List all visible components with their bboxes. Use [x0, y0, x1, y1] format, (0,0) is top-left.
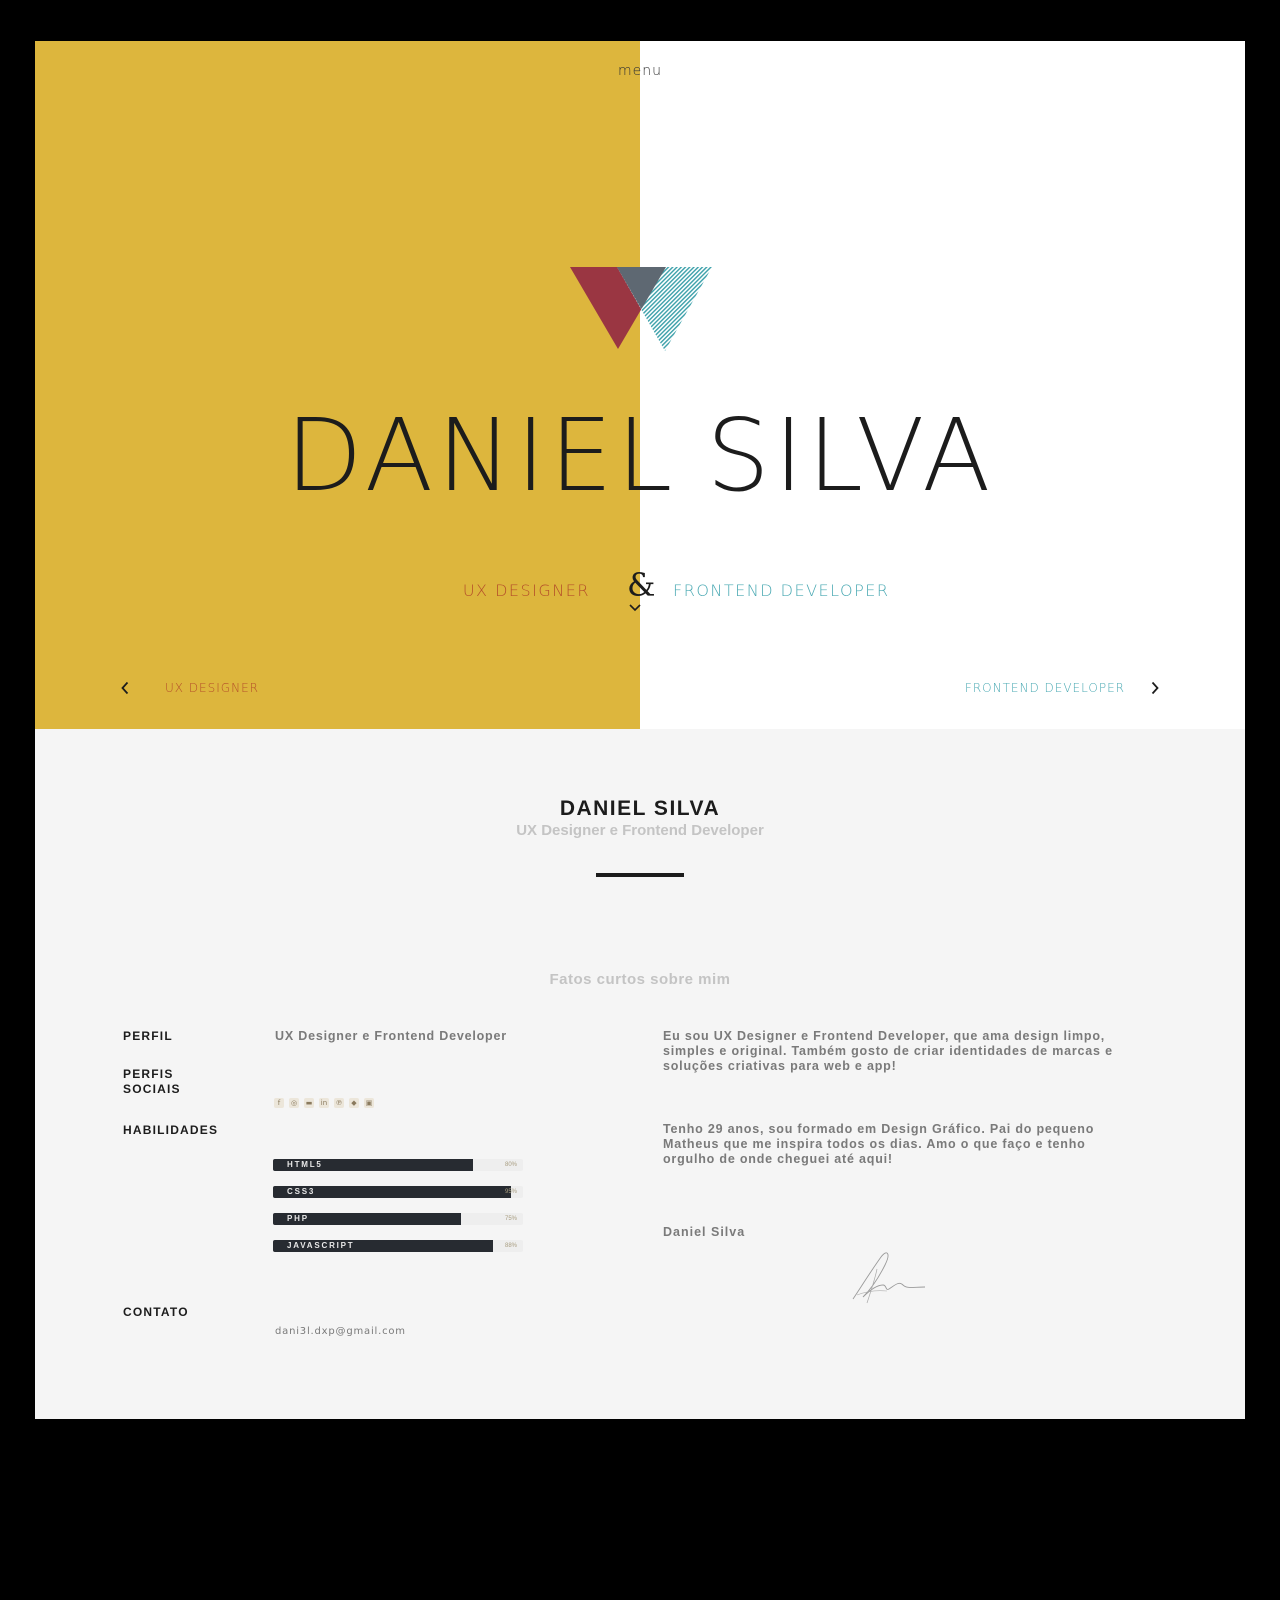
skills-label: HABILIDADES — [123, 1123, 219, 1137]
about-name: DANIEL SILVA — [559, 797, 721, 820]
hero-roles: UX Designer & Frontend Developer — [35, 566, 1245, 606]
linkedin-icon[interactable]: in — [319, 1098, 329, 1108]
facts-title: Fatos curtos sobre mim — [549, 971, 731, 988]
hero-name: DANIEL SILVA — [35, 406, 1245, 506]
skill-percent: 75% — [504, 1216, 517, 1222]
social-label-line2: SOCIAIS — [123, 1082, 181, 1096]
hero-section: menu DANIEL SILVA UX Designer & Frontend … — [35, 41, 1245, 729]
nav-next-label: Frontend Developer — [964, 681, 1125, 695]
page: menu DANIEL SILVA UX Designer & Frontend … — [35, 41, 1245, 1419]
chevron-right-icon — [1151, 681, 1159, 695]
hero-last-name: SILVA — [706, 397, 995, 514]
signature-image — [852, 1252, 926, 1304]
skill-name: HTML5 — [287, 1160, 323, 1169]
skill-bar-html5: HTML5 80% — [273, 1159, 523, 1171]
social-label: PERFIS SOCIAIS — [123, 1067, 181, 1097]
behance-icon[interactable]: ▬ — [304, 1098, 314, 1108]
hero-first-name: DANIEL — [285, 397, 677, 514]
chevron-down-icon[interactable] — [628, 603, 642, 613]
nav-prev-label: UX Designer — [165, 681, 259, 695]
skill-percent: 95% — [504, 1189, 517, 1195]
skill-percent: 80% — [504, 1162, 517, 1168]
ampersand: & — [627, 566, 656, 604]
pinterest-icon[interactable]: ℗ — [334, 1098, 344, 1108]
chevron-left-icon — [121, 681, 129, 695]
role-frontend-developer: Frontend Developer — [673, 581, 890, 600]
dropbox-icon[interactable]: ◆ — [349, 1098, 359, 1108]
hero-left-panel — [35, 41, 640, 729]
bio-paragraph-2: Tenho 29 anos, sou formado em Design Grá… — [663, 1122, 1095, 1166]
skill-bar-php: PHP 75% — [273, 1213, 523, 1225]
social-icons: f ◎ ▬ in ℗ ◆ ▣ — [274, 1098, 374, 1108]
menu-link[interactable]: menu — [35, 63, 1245, 79]
profile-value: UX Designer e Frontend Developer — [275, 1029, 507, 1043]
bio-paragraph-1: Eu sou UX Designer e Frontend Developer,… — [663, 1029, 1113, 1073]
about-subtitle: UX Designer e Frontend Developer — [516, 822, 764, 839]
skill-percent: 88% — [504, 1243, 517, 1249]
contact-email[interactable]: dani3l.dxp@gmail.com — [275, 1326, 406, 1337]
skill-bar-css3: CSS3 95% — [273, 1186, 523, 1198]
logo-triangles-icon — [570, 267, 712, 351]
facebook-icon[interactable]: f — [274, 1098, 284, 1108]
nav-next-frontend-developer[interactable]: Frontend Developer — [965, 678, 1159, 698]
social-label-line1: PERFIS — [123, 1067, 174, 1081]
skill-bar-javascript: JAVASCRIPT 88% — [273, 1240, 523, 1252]
contact-label: CONTATO — [123, 1305, 189, 1319]
divider — [596, 873, 684, 877]
skills-list: HTML5 80% CSS3 95% PHP 75% JAVASCRIPT 88% — [273, 1159, 523, 1267]
skill-name: JAVASCRIPT — [287, 1241, 355, 1250]
role-ux-designer: UX Designer — [462, 581, 590, 600]
nav-prev-ux-designer[interactable]: UX Designer — [121, 678, 259, 698]
profile-label: PERFIL — [123, 1029, 173, 1043]
skill-name: CSS3 — [287, 1187, 316, 1196]
dribbble-icon[interactable]: ◎ — [289, 1098, 299, 1108]
skill-name: PHP — [287, 1214, 309, 1223]
signature-name: Daniel Silva — [663, 1225, 746, 1239]
instagram-icon[interactable]: ▣ — [364, 1098, 374, 1108]
about-section: DANIEL SILVA UX Designer e Frontend Deve… — [35, 729, 1245, 1419]
